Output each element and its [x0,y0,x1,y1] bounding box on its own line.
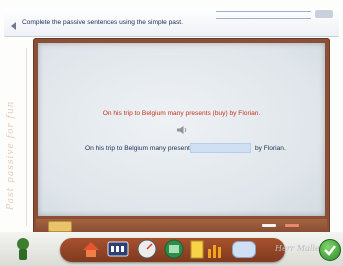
window-controls[interactable] [315,10,333,18]
exercise-app: Complete the passive sentences using the… [0,0,343,266]
checkmark-icon[interactable] [319,239,341,261]
sentence-start: On his trip to Belgium many presents [85,145,194,152]
chalk-tray [36,219,327,231]
instruction-text: Complete the passive sentences using the… [22,19,183,26]
sponge-icon[interactable] [48,221,72,232]
home-icon[interactable] [80,238,102,260]
margin-line [26,48,27,226]
statistics-icon[interactable] [205,238,227,260]
margin-handwriting: Past passive for fun [6,100,16,210]
instruction-bar-decoration [216,11,311,19]
help-icon[interactable] [232,241,256,258]
plant-icon [17,238,29,260]
notebook-icon[interactable] [189,238,205,260]
white-chalk-icon [262,224,276,227]
back-arrow-icon[interactable] [9,21,19,31]
exercise-prompt: On his trip to Belgium many presents (bu… [102,110,261,117]
sentence-end: by Florian. [255,145,286,152]
answer-input[interactable] [190,143,251,153]
speaker-icon[interactable] [176,125,188,135]
gauge-icon[interactable] [136,238,158,260]
instruction-bar: Complete the passive sentences using the… [4,8,339,37]
vocabulary-icon[interactable] [163,238,185,260]
red-chalk-icon [285,224,299,227]
scoreboard-icon[interactable] [106,238,130,260]
teacher-signature: Herr Maller [275,244,324,253]
